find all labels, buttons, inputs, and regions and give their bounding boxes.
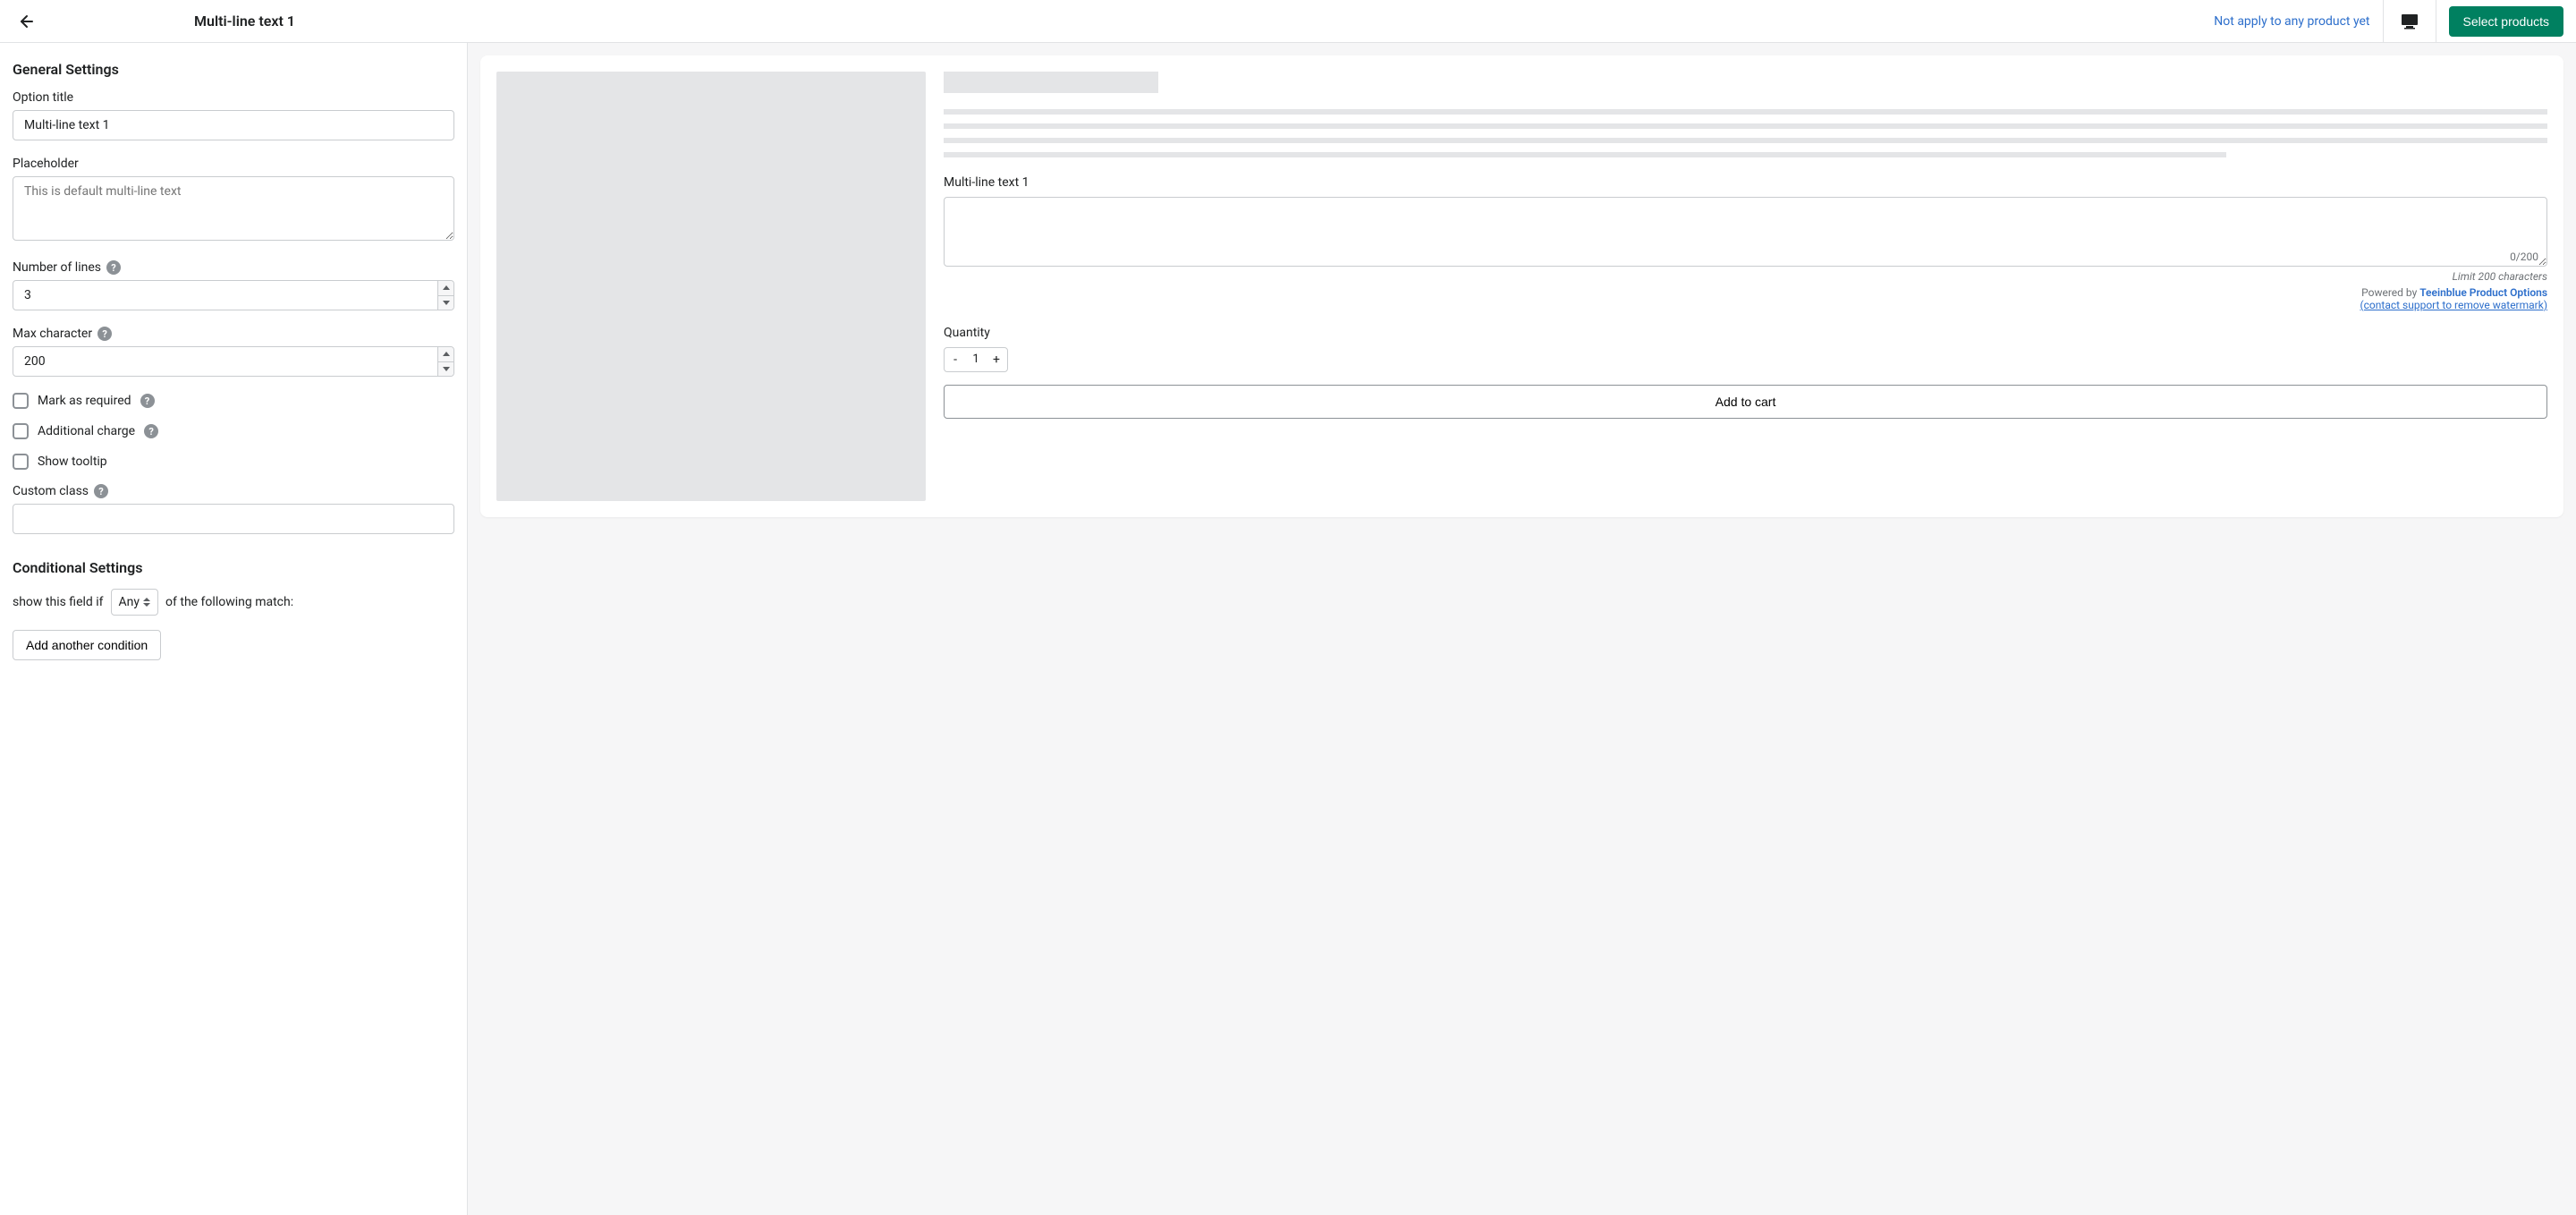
product-image-placeholder (496, 72, 926, 501)
option-title-label: Option title (13, 90, 454, 105)
max-character-label: Max character ? (13, 327, 454, 341)
placeholder-input[interactable] (13, 176, 454, 241)
condition-match-select[interactable]: Any (111, 589, 159, 616)
mark-required-checkbox[interactable] (13, 393, 29, 409)
caret-up-icon (443, 352, 450, 356)
help-icon[interactable]: ? (94, 484, 108, 498)
number-spinner (437, 281, 453, 310)
quantity-control: - 1 + (944, 347, 1008, 372)
header: Multi-line text 1 Not apply to any produ… (0, 0, 2576, 43)
additional-charge-label: Additional charge (38, 424, 135, 438)
select-arrows-icon (143, 598, 150, 607)
apply-status-link[interactable]: Not apply to any product yet (2214, 14, 2382, 29)
condition-sentence: show this field if Any of the following … (13, 589, 454, 616)
help-icon[interactable]: ? (97, 327, 112, 341)
limit-text: Limit 200 characters (944, 270, 2547, 283)
quantity-decrease-button[interactable]: - (945, 348, 966, 371)
remove-watermark-link[interactable]: (contact support to remove watermark) (944, 299, 2547, 311)
number-of-lines-input[interactable] (13, 280, 454, 310)
additional-charge-checkbox[interactable] (13, 423, 29, 439)
additional-charge-row: Additional charge ? (13, 423, 454, 439)
settings-sidebar: General Settings Option title Placeholde… (0, 43, 468, 1215)
mark-required-label: Mark as required (38, 394, 131, 408)
conditional-settings-heading: Conditional Settings (13, 559, 454, 576)
show-tooltip-row: Show tooltip (13, 454, 454, 470)
general-settings-heading: General Settings (13, 61, 454, 78)
cond-prefix: show this field if (13, 595, 104, 609)
quantity-value: 1 (966, 348, 986, 371)
device-preview-button[interactable] (2383, 0, 2436, 43)
placeholder-field: Placeholder (13, 157, 454, 244)
number-of-lines-label: Number of lines ? (13, 260, 454, 275)
back-button[interactable] (13, 9, 38, 34)
help-icon[interactable]: ? (140, 394, 155, 408)
option-title-input[interactable] (13, 110, 454, 140)
caret-down-icon (443, 301, 450, 305)
skeleton-line (944, 138, 2547, 143)
quantity-label: Quantity (944, 326, 2547, 340)
preview-field-label: Multi-line text 1 (944, 175, 2547, 190)
header-left: Multi-line text 1 (13, 9, 480, 34)
preview-textarea[interactable] (944, 197, 2547, 267)
skeleton-title (944, 72, 1158, 93)
select-products-button[interactable]: Select products (2449, 6, 2564, 37)
main: General Settings Option title Placeholde… (0, 43, 2576, 1215)
conditional-settings: Conditional Settings show this field if … (13, 559, 454, 660)
spinner-down-button[interactable] (438, 362, 453, 377)
show-tooltip-label: Show tooltip (38, 455, 107, 469)
caret-down-icon (443, 367, 450, 371)
max-character-field: Max character ? (13, 327, 454, 377)
spinner-down-button[interactable] (438, 296, 453, 310)
help-icon[interactable]: ? (144, 424, 158, 438)
help-icon[interactable]: ? (106, 260, 121, 275)
spinner-up-button[interactable] (438, 281, 453, 296)
powered-by: Powered by Teeinblue Product Options (944, 286, 2547, 299)
option-title-field: Option title (13, 90, 454, 140)
skeleton-line (944, 109, 2547, 115)
preview-area: Multi-line text 1 0/200 Limit 200 charac… (468, 43, 2576, 1215)
max-character-input[interactable] (13, 346, 454, 377)
skeleton-line (944, 152, 2226, 157)
spinner-up-button[interactable] (438, 347, 453, 362)
product-info: Multi-line text 1 0/200 Limit 200 charac… (944, 72, 2547, 501)
show-tooltip-checkbox[interactable] (13, 454, 29, 470)
powered-brand-link[interactable]: Teeinblue Product Options (2419, 286, 2547, 299)
preview-card: Multi-line text 1 0/200 Limit 200 charac… (480, 55, 2563, 517)
number-of-lines-field: Number of lines ? (13, 260, 454, 310)
mark-required-row: Mark as required ? (13, 393, 454, 409)
quantity-increase-button[interactable]: + (986, 348, 1007, 371)
placeholder-label: Placeholder (13, 157, 454, 171)
desktop-icon (2401, 13, 2419, 30)
custom-class-input[interactable] (13, 504, 454, 534)
arrow-left-icon (16, 13, 34, 30)
custom-class-label: Custom class ? (13, 484, 454, 498)
cond-suffix: of the following match: (165, 595, 293, 609)
header-right: Not apply to any product yet Select prod… (480, 0, 2563, 43)
skeleton-line (944, 123, 2547, 129)
add-condition-button[interactable]: Add another condition (13, 630, 161, 660)
custom-class-field: Custom class ? (13, 484, 454, 534)
page-title: Multi-line text 1 (45, 13, 480, 30)
add-to-cart-button[interactable]: Add to cart (944, 385, 2547, 419)
number-spinner (437, 347, 453, 376)
caret-up-icon (443, 285, 450, 290)
